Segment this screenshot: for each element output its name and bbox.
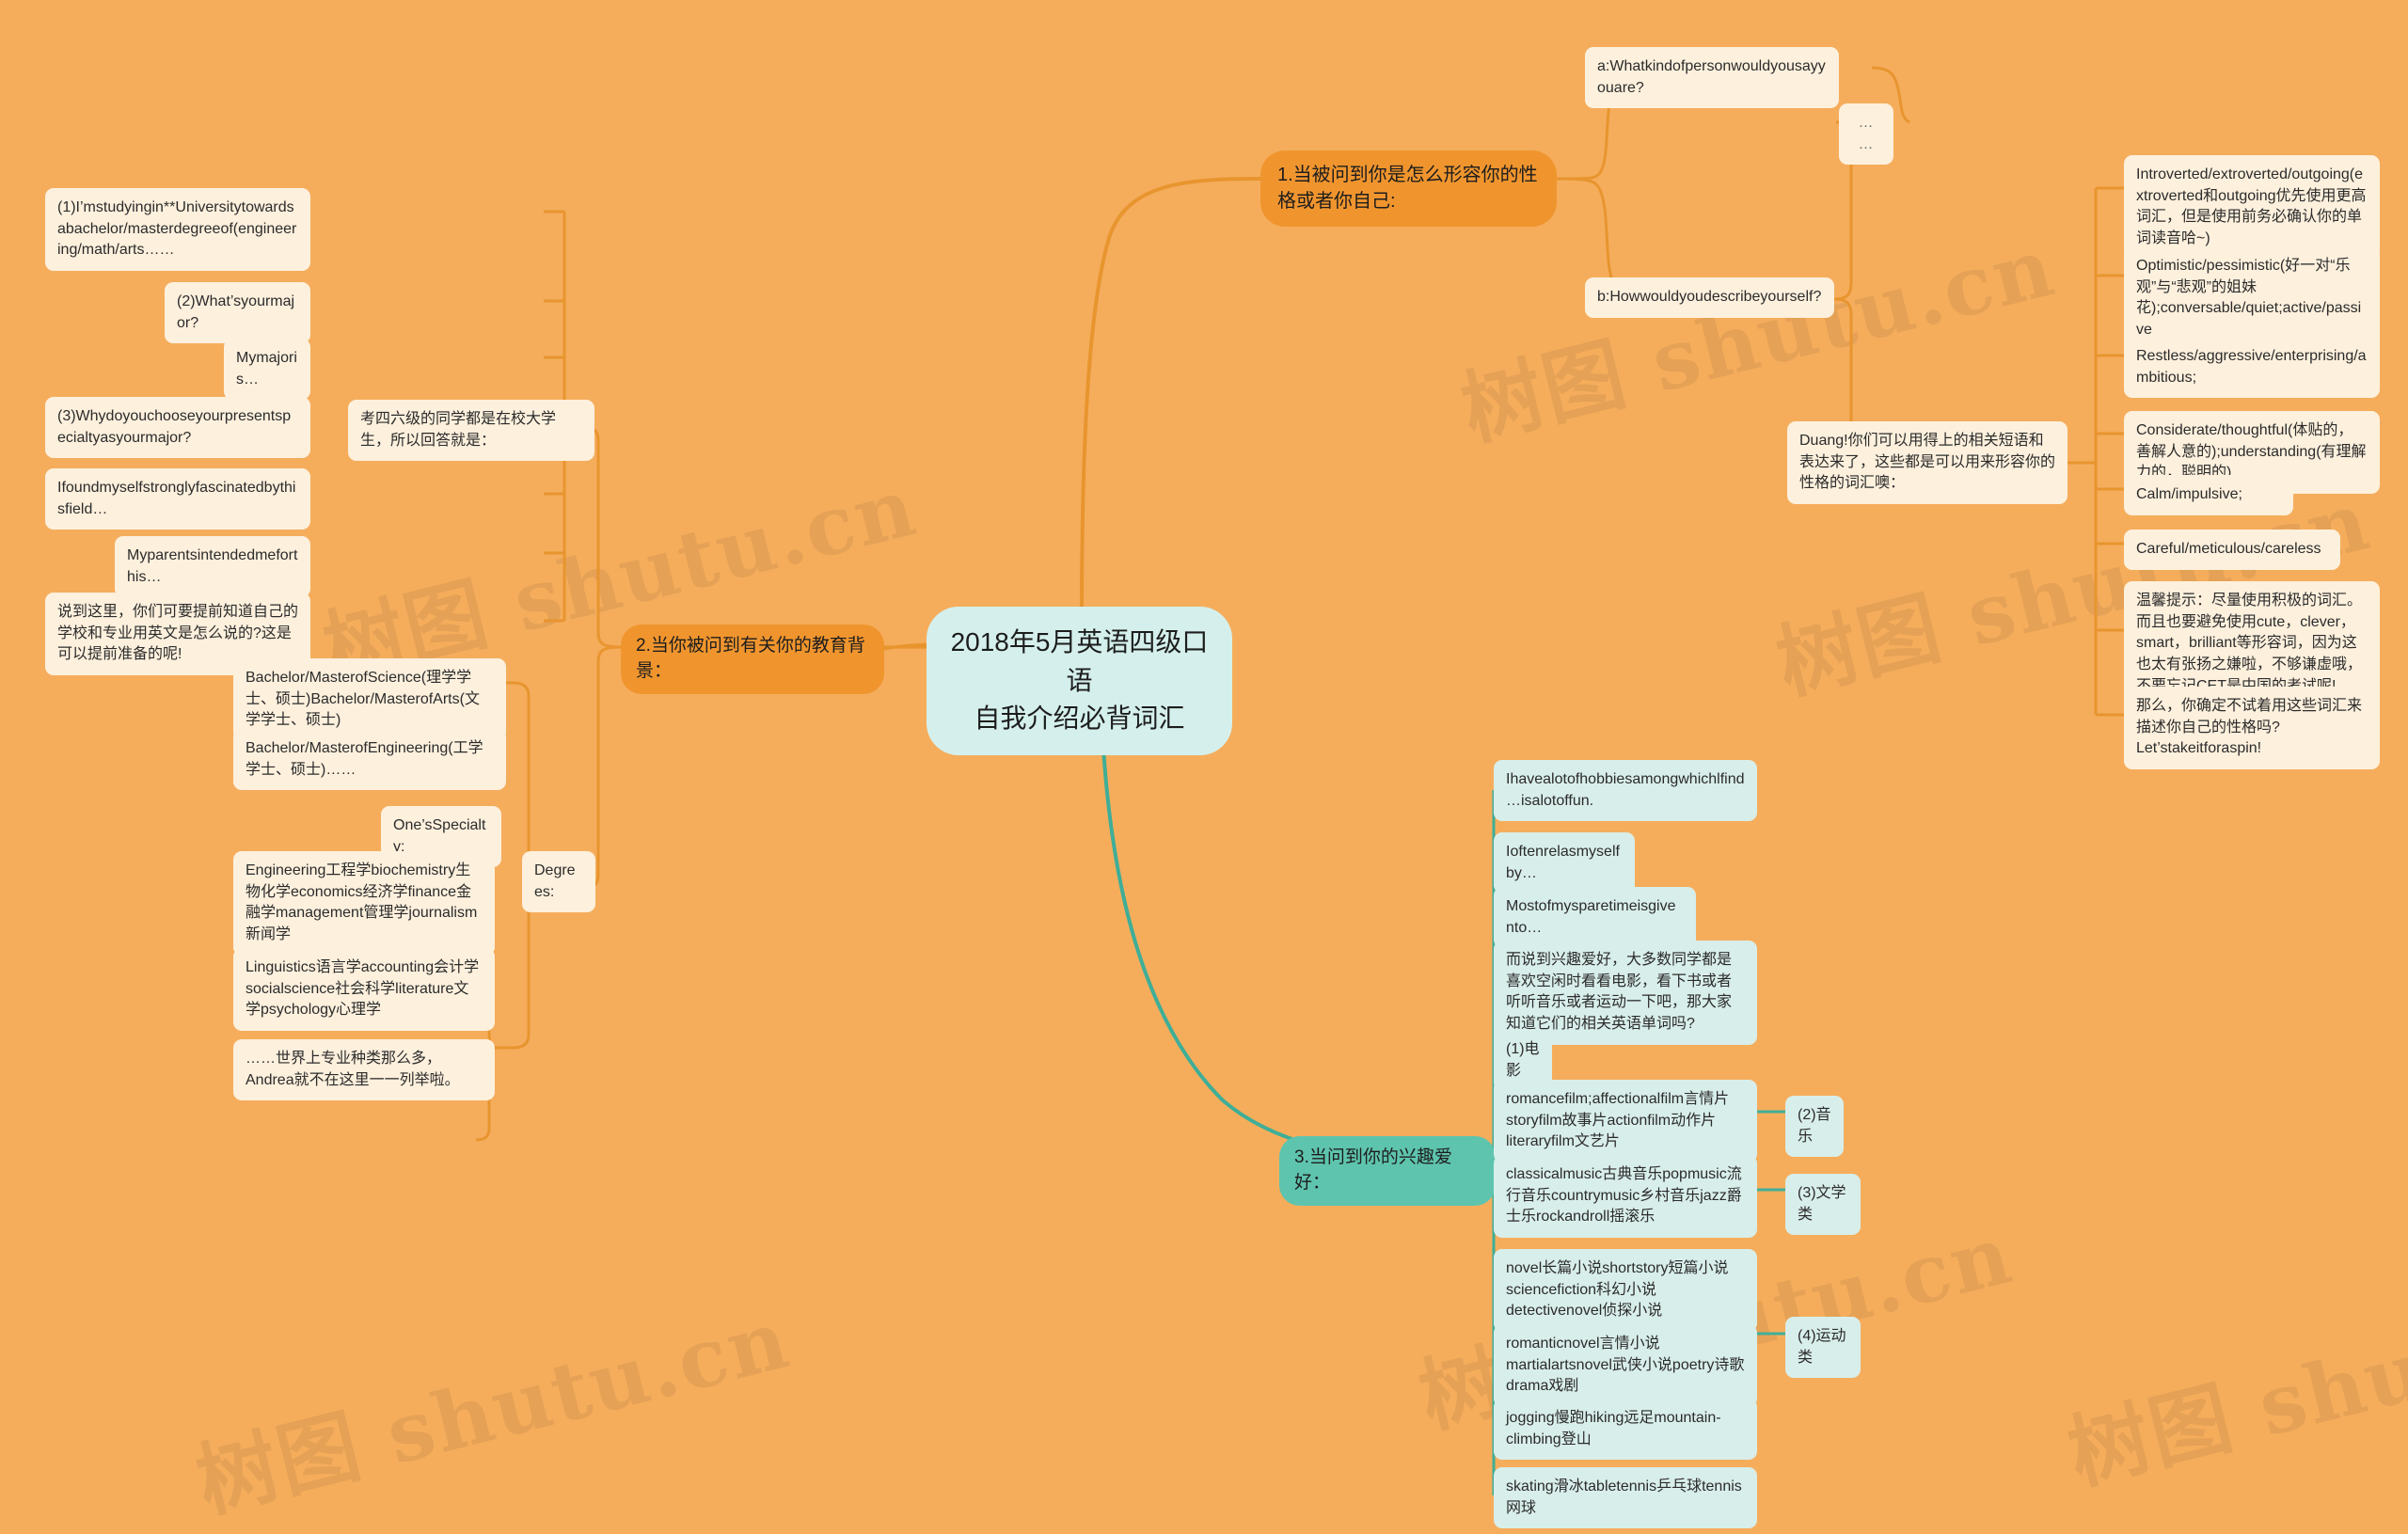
vocab-text: Introverted/extroverted/outgoing(extrove… <box>2136 166 2367 247</box>
edu-answer-text: Myparentsintendedmeforthis… <box>127 547 298 585</box>
students-note-text: 考四六级的同学都是在校大学生，所以回答就是： <box>360 411 557 449</box>
hobby-category-text: (2)音乐 <box>1798 1107 1831 1145</box>
branch-1-label: 1.当被问到你是怎么形容你的性格或者你自己: <box>1277 165 1538 213</box>
vocab-node-5[interactable]: Calm/impulsive; <box>2124 475 2293 515</box>
branch-2-label: 2.当你被问到有关你的教育背景： <box>636 636 865 681</box>
branch-1-node[interactable]: 1.当被问到你是怎么形容你的性格或者你自己: <box>1260 150 1557 227</box>
hobby-item-text: skating滑冰tabletennis乒乓球tennis网球 <box>1506 1479 1742 1516</box>
hobby-item-5[interactable]: jogging慢跑hiking远足mountain-climbing登山 <box>1494 1399 1757 1461</box>
hobby-phrase-text: Mostofmysparetimeisgivento… <box>1506 898 1676 936</box>
ellipsis-text: …… <box>1858 115 1875 152</box>
vocab-text: Considerate/thoughtful(体贴的，善解人意的);unders… <box>2136 422 2367 482</box>
specialty-text: Engineering工程学biochemistry生物化学economics经… <box>246 862 478 943</box>
degree-node-2[interactable]: Bachelor/MasterofEngineering(工学学士、硕士)…… <box>233 729 506 791</box>
hobby-item-text: romanticnovel言情小说martialartsnovel武侠小说poe… <box>1506 1336 1745 1395</box>
edu-question-1[interactable]: (1)I’mstudyingin**Universitytowardsabach… <box>45 188 310 272</box>
edu-answer-text: Mymajoris… <box>236 350 297 387</box>
vocab-node-2[interactable]: Optimistic/pessimistic(好一对“乐观”与“悲观”的姐妹花)… <box>2124 246 2380 351</box>
vocab-node-1[interactable]: Introverted/extroverted/outgoing(extrove… <box>2124 155 2380 260</box>
question-b-text: b:Howwouldyoudescribeyourself? <box>1597 289 1822 305</box>
hobby-category-text: (1)电影 <box>1506 1041 1540 1079</box>
degree-text: Bachelor/MasterofEngineering(工学学士、硕士)…… <box>246 740 483 778</box>
vocab-node-6[interactable]: Careful/meticulous/careless <box>2124 530 2340 570</box>
watermark: 树图 shutu.cn <box>2059 1263 2408 1503</box>
hobby-phrase-2[interactable]: Ioftenrelasmyselfby… <box>1494 832 1635 894</box>
edu-question-3[interactable]: (3)Whydoyouchooseyourpresentspecialtyasy… <box>45 397 310 459</box>
edu-answer-fascinated[interactable]: Ifoundmyselfstronglyfascinatedbythisfiel… <box>45 468 310 530</box>
specialty-text: Linguistics语言学accounting会计学socialscience… <box>246 959 480 1019</box>
vocab-closing-node[interactable]: 那么，你确定不试着用这些词汇来描述你自己的性格吗?Let’stakeitfora… <box>2124 687 2380 770</box>
specialty-label-text: One’sSpecialty: <box>393 817 486 855</box>
ellipsis-node[interactable]: …… <box>1839 103 1893 166</box>
hobby-phrase-text: Ioftenrelasmyselfby… <box>1506 844 1620 881</box>
branch-1-question-b[interactable]: b:Howwouldyoudescribeyourself? <box>1585 277 1834 318</box>
prepare-note-text: 说到这里，你们可要提前知道自己的学校和专业用英文是怎么说的?这是可以提前准备的呢… <box>57 604 299 663</box>
edu-question-text: (3)Whydoyouchooseyourpresentspecialtyasy… <box>57 408 292 446</box>
degrees-label-node[interactable]: Degrees: <box>522 851 595 913</box>
hobby-category-text: (3)文学类 <box>1798 1185 1846 1223</box>
hobby-category-text: (4)运动类 <box>1798 1328 1846 1366</box>
watermark: 树图 shutu.cn <box>187 1291 800 1531</box>
hobby-item-1[interactable]: romancefilm;affectionalfilm言情片storyfilm故… <box>1494 1080 1757 1163</box>
hobby-item-text: classicalmusic古典音乐popmusic流行音乐countrymus… <box>1506 1166 1742 1226</box>
duang-note-text: Duang!你们可以用得上的相关短语和表达来了，这些都是可以用来形容你的性格的词… <box>1799 433 2056 492</box>
vocab-node-3[interactable]: Restless/aggressive/enterprising/ambitio… <box>2124 337 2380 399</box>
hobby-item-text: romancefilm;affectionalfilm言情片storyfilm故… <box>1506 1091 1730 1150</box>
edu-question-text: (2)What’syourmajor? <box>177 293 295 331</box>
hobby-category-3[interactable]: (3)文学类 <box>1785 1174 1861 1236</box>
hobby-phrase-text: Ihavealotofhobbiesamongwhichlfind…isalot… <box>1506 771 1745 809</box>
vocab-text: Calm/impulsive; <box>2136 486 2242 502</box>
specialty-node-2[interactable]: Linguistics语言学accounting会计学socialscience… <box>233 948 495 1032</box>
hobby-note-text: 而说到兴趣爱好，大多数同学都是喜欢空闲时看看电影，看下书或者听听音乐或者运动一下… <box>1506 952 1733 1033</box>
degrees-label-text: Degrees: <box>534 862 576 900</box>
duang-note-node[interactable]: Duang!你们可以用得上的相关短语和表达来了，这些都是可以用来形容你的性格的词… <box>1787 421 2067 505</box>
hobby-item-text: jogging慢跑hiking远足mountain-climbing登山 <box>1506 1410 1721 1447</box>
edu-answer-text: Ifoundmyselfstronglyfascinatedbythisfiel… <box>57 480 296 517</box>
mindmap-canvas: 树图 shutu.cn 树图 shutu.cn 树图 shutu.cn 树图 s… <box>0 0 2408 1530</box>
hobby-item-6[interactable]: skating滑冰tabletennis乒乓球tennis网球 <box>1494 1467 1757 1529</box>
vocab-closing-text: 那么，你确定不试着用这些词汇来描述你自己的性格吗?Let’stakeitfora… <box>2136 698 2363 757</box>
edu-answer-major[interactable]: Mymajoris… <box>224 339 310 401</box>
specialty-text: ……世界上专业种类那么多，Andrea就不在这里一一列举啦。 <box>246 1051 460 1088</box>
hobby-phrase-3[interactable]: Mostofmysparetimeisgivento… <box>1494 887 1696 949</box>
edu-question-text: (1)I’mstudyingin**Universitytowardsabach… <box>57 199 297 259</box>
vocab-tip-text: 温馨提示：尽量使用积极的词汇。而且也要避免使用cute，clever，smart… <box>2136 593 2363 694</box>
vocab-text: Careful/meticulous/careless <box>2136 541 2321 557</box>
hobby-category-2[interactable]: (2)音乐 <box>1785 1096 1844 1158</box>
branch-3-label: 3.当问到你的兴趣爱好： <box>1294 1147 1452 1193</box>
hobby-item-2[interactable]: classicalmusic古典音乐popmusic流行音乐countrymus… <box>1494 1155 1757 1239</box>
edu-answer-parents[interactable]: Myparentsintendedmeforthis… <box>115 536 310 598</box>
hobby-phrase-1[interactable]: Ihavealotofhobbiesamongwhichlfind…isalot… <box>1494 760 1757 822</box>
question-a-text: a:Whatkindofpersonwouldyousayyouare? <box>1597 58 1826 96</box>
hobby-item-3[interactable]: novel长篇小说shortstory短篇小说sciencefiction科幻小… <box>1494 1249 1757 1333</box>
branch-3-node[interactable]: 3.当问到你的兴趣爱好： <box>1279 1136 1496 1206</box>
center-node[interactable]: 2018年5月英语四级口语 自我介绍必背词汇 <box>927 607 1232 755</box>
specialty-node-3[interactable]: ……世界上专业种类那么多，Andrea就不在这里一一列举啦。 <box>233 1039 495 1101</box>
vocab-text: Restless/aggressive/enterprising/ambitio… <box>2136 348 2367 386</box>
branch-2-node[interactable]: 2.当你被问到有关你的教育背景： <box>621 625 884 694</box>
hobby-item-4[interactable]: romanticnovel言情小说martialartsnovel武侠小说poe… <box>1494 1324 1757 1408</box>
vocab-text: Optimistic/pessimistic(好一对“乐观”与“悲观”的姐妹花)… <box>2136 258 2362 339</box>
degree-text: Bachelor/MasterofScience(理学学士、硕士)Bachelo… <box>246 670 480 729</box>
center-title: 2018年5月英语四级口语 自我介绍必背词汇 <box>950 627 1209 734</box>
branch-1-question-a[interactable]: a:Whatkindofpersonwouldyousayyouare? <box>1585 47 1839 109</box>
hobby-item-text: novel长篇小说shortstory短篇小说sciencefiction科幻小… <box>1506 1260 1729 1320</box>
students-note-node[interactable]: 考四六级的同学都是在校大学生，所以回答就是： <box>348 400 594 462</box>
hobby-category-4[interactable]: (4)运动类 <box>1785 1317 1861 1379</box>
specialty-node-1[interactable]: Engineering工程学biochemistry生物化学economics经… <box>233 851 495 956</box>
edu-question-2[interactable]: (2)What’syourmajor? <box>165 282 310 344</box>
